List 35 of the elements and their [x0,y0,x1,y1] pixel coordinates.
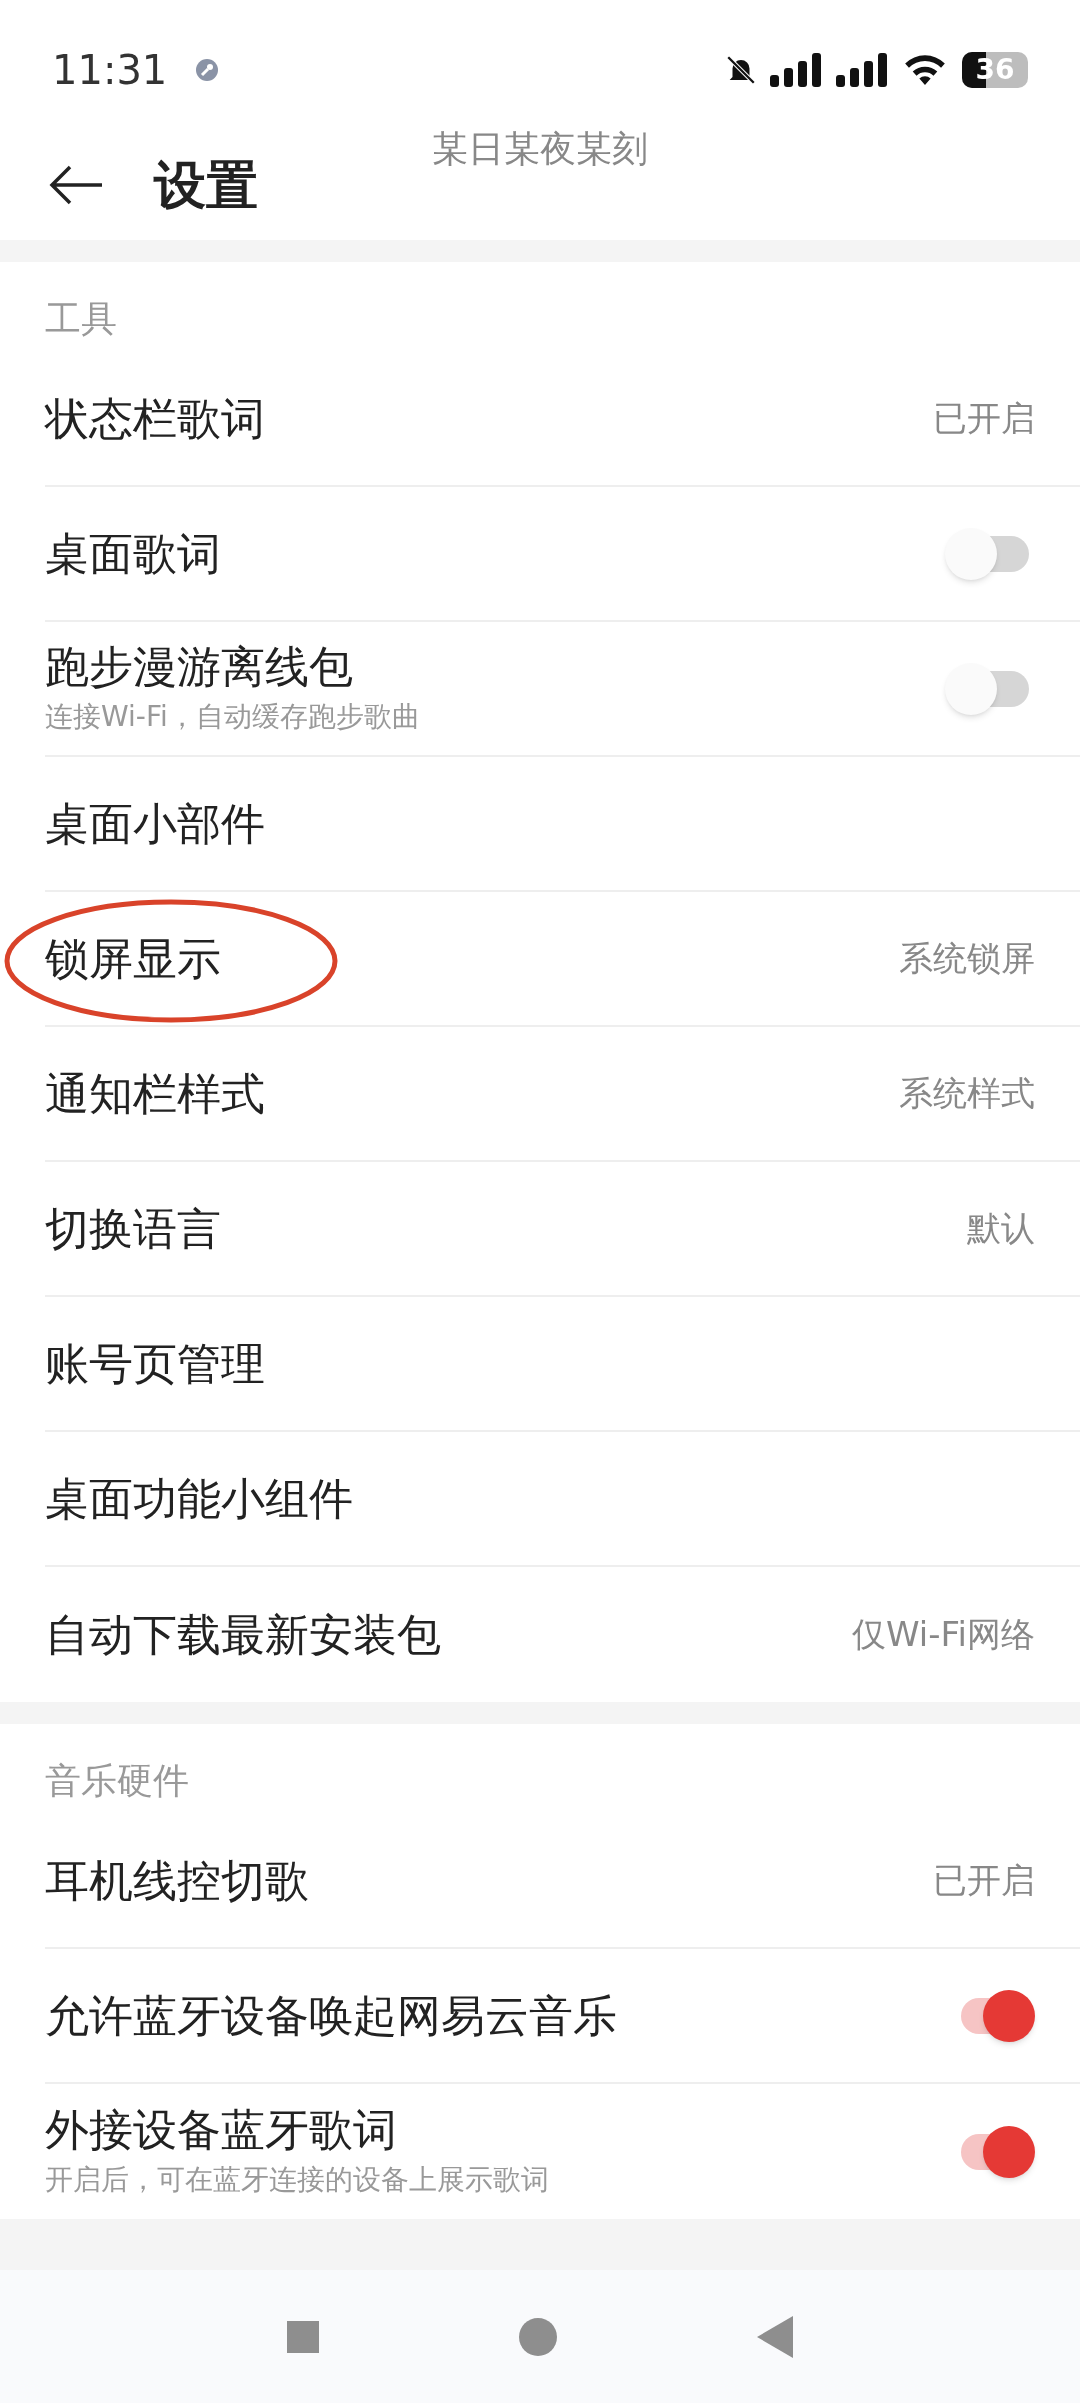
song-marquee: 某日某夜某刻 [432,127,648,171]
setting-label[interactable]: 桌面歌词 [45,526,945,581]
setting-label[interactable]: 自动下载最新安装包 [45,1607,852,1662]
setting-value: 默认 [967,1207,1035,1250]
setting-description: 开启后，可在蓝牙连接的设备上展示歌词 [45,2162,550,2198]
setting-label[interactable]: 桌面小部件 [45,796,1035,851]
setting-value: 系统锁屏 [899,937,1035,980]
recents-button[interactable] [287,2320,319,2353]
section-header: 音乐硬件 [45,1759,189,1803]
signal-icon [770,53,822,87]
setting-label[interactable]: 跑步漫游离线包 [45,639,945,694]
home-button[interactable] [519,2317,557,2356]
setting-value: 仅Wi-Fi网络 [851,1613,1035,1656]
wrench-icon [195,58,220,82]
status-time: 11:31 [52,46,168,95]
setting-value: 已开启 [933,1859,1035,1902]
section-header: 工具 [45,297,117,341]
wifi-icon [902,53,948,87]
setting-label[interactable]: 切换语言 [45,1201,967,1256]
signal-icon [836,53,888,87]
setting-label[interactable]: 状态栏歌词 [45,391,933,446]
setting-label[interactable]: 外接设备蓝牙歌词 [45,2102,945,2157]
setting-description: 连接Wi-Fi，自动缓存跑步歌曲 [45,699,421,735]
setting-label[interactable]: 耳机线控切歌 [45,1853,933,1908]
back-button[interactable] [757,2315,793,2358]
setting-label[interactable]: 锁屏显示 [45,931,899,986]
setting-label[interactable]: 桌面功能小组件 [45,1471,1035,1526]
setting-label[interactable]: 账号页管理 [45,1336,1035,1391]
back-arrow-icon[interactable] [48,165,104,205]
setting-value: 已开启 [933,397,1035,440]
setting-label[interactable]: 通知栏样式 [45,1066,899,1121]
setting-label[interactable]: 允许蓝牙设备唤起网易云音乐 [45,1988,945,2043]
page-title: 设置 [154,154,258,217]
bell-muted-icon [724,53,758,87]
setting-value: 系统样式 [899,1072,1035,1115]
